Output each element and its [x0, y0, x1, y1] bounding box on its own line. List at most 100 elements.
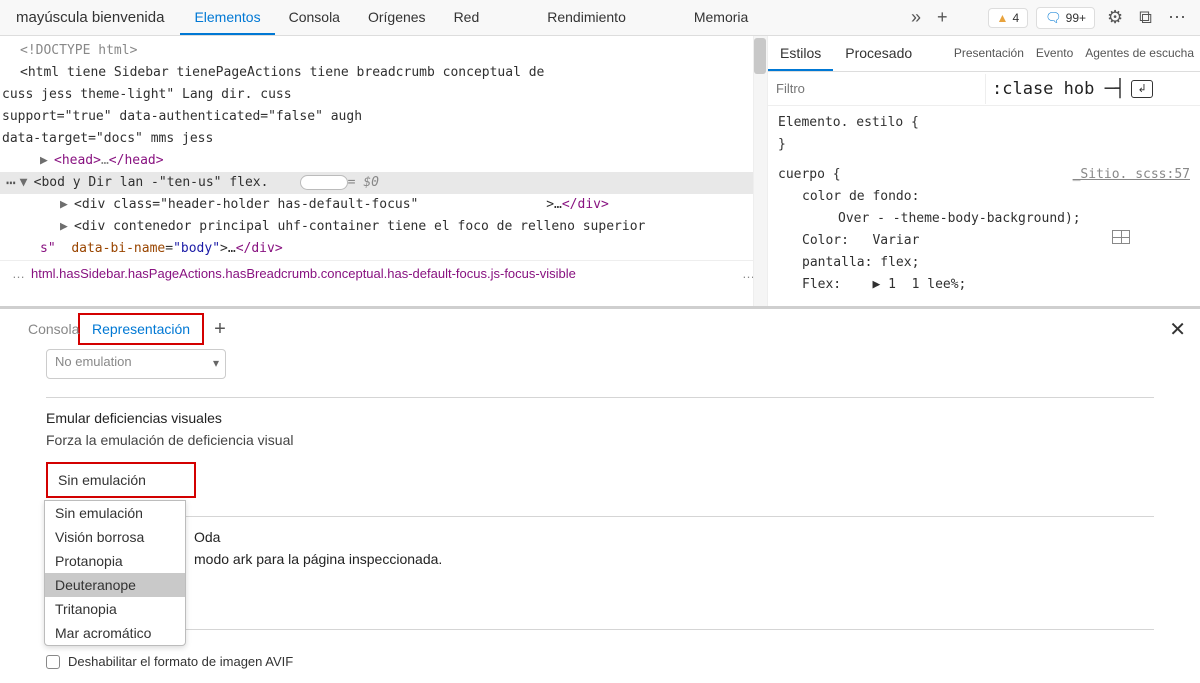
dom-scroll-thumb[interactable]: [754, 38, 766, 74]
tab-event[interactable]: Evento: [1030, 36, 1079, 71]
tab-listeners[interactable]: Agentes de escucha: [1079, 36, 1200, 71]
top-toolbar: mayúscula bienvenida Elementos Consola O…: [0, 0, 1200, 36]
grid-icon[interactable]: [1112, 230, 1130, 244]
div1-close: </div>: [562, 197, 609, 212]
collapse-icon[interactable]: ▼: [20, 172, 30, 194]
css-media-select[interactable]: No emulation ▾: [46, 349, 226, 379]
devtools-tabs: Elementos Consola Orígenes Red Rendimien…: [180, 0, 762, 35]
drawer-tab-rendering[interactable]: Representación: [78, 313, 204, 345]
option-deuteranopia[interactable]: Deuteranope: [45, 573, 185, 597]
style-block-body[interactable]: cuerpo {_Sitio. scss:57 color de fondo: …: [778, 164, 1190, 296]
prop-background-val[interactable]: Over - -theme-body-background);: [778, 208, 1190, 230]
new-style-rule-icon[interactable]: ↲: [1131, 80, 1153, 98]
option-achromatopsia[interactable]: Mar acromático: [45, 621, 185, 645]
prop-val: Over - -theme-body-background);: [838, 211, 1081, 226]
attr-val: "body": [173, 241, 220, 256]
styles-panel: Estilos Procesado Presentación Evento Ag…: [768, 36, 1200, 306]
drawer-close-icon[interactable]: ✕: [1169, 317, 1186, 342]
option-tritanopia[interactable]: Tritanopia: [45, 597, 185, 621]
dom-tree-panel: <!DOCTYPE html> <html tiene Sidebar tien…: [0, 36, 768, 306]
expand-icon[interactable]: ▶: [872, 277, 880, 292]
div1-mid: >…: [546, 197, 562, 212]
ellipsis: …: [101, 153, 109, 168]
div2-text: <div contenedor principal uhf-container …: [74, 219, 645, 234]
prop-name: Color:: [802, 233, 849, 248]
prop-val: flex;: [880, 255, 919, 270]
element-style-selector: Elemento. estilo {: [778, 112, 1190, 134]
issues-badge[interactable]: 🗨 99+: [1036, 7, 1095, 29]
body-selected-row[interactable]: ⋯ ▼ <bod y Dir lan -"ten-us" flex. == $0: [0, 172, 759, 194]
tab-styles[interactable]: Estilos: [768, 36, 833, 71]
gear-icon[interactable]: ⚙: [1103, 7, 1127, 28]
option-no-emulation[interactable]: Sin emulación: [45, 501, 185, 525]
html-tag-line3: support="true" data-authenticated="false…: [2, 106, 759, 128]
row-menu-icon[interactable]: ⋯: [6, 172, 18, 194]
dom-tree[interactable]: <!DOCTYPE html> <html tiene Sidebar tien…: [0, 36, 767, 260]
tab-sources[interactable]: Orígenes: [354, 0, 440, 35]
issues-count: 99+: [1066, 11, 1086, 25]
style-block-element[interactable]: Elemento. estilo { }: [778, 112, 1190, 156]
vision-deficiency-dropdown[interactable]: Sin emulación Visión borrosa Protanopia …: [44, 500, 186, 646]
styles-filter-input[interactable]: [768, 74, 986, 104]
vision-deficiency-select[interactable]: Sin emulación: [46, 462, 196, 498]
vision-deficiency-title: Emular deficiencias visuales: [46, 410, 1154, 426]
dom-scrollbar[interactable]: [753, 36, 767, 306]
kebab-icon[interactable]: ⋯: [1164, 7, 1190, 28]
html-tag-line4: data-target="docs" mms jess: [2, 128, 759, 150]
breadcrumb-left-ellipsis[interactable]: …: [6, 266, 31, 281]
warnings-badge[interactable]: ▲4: [988, 8, 1029, 28]
prop-val: 1 lee%;: [912, 277, 967, 292]
tab-network[interactable]: Red: [440, 0, 494, 35]
prop-name: color de fondo:: [802, 189, 919, 204]
attr-name: data-bi-name: [71, 241, 165, 256]
prop-color[interactable]: Color: Variar: [778, 230, 1190, 252]
tab-memory[interactable]: Memoria: [680, 0, 762, 35]
tab-layout[interactable]: Presentación: [948, 36, 1030, 71]
avif-row[interactable]: Deshabilitar el formato de imagen AVIF: [46, 654, 1154, 669]
avif-label: Deshabilitar el formato de imagen AVIF: [68, 654, 293, 669]
breadcrumb-path[interactable]: html.hasSidebar.hasPageActions.hasBreadc…: [31, 266, 576, 281]
prop-display[interactable]: pantalla: flex;: [778, 252, 1190, 274]
prop-name: Flex:: [802, 277, 841, 292]
page-inspect-title: mayúscula bienvenida: [0, 9, 180, 26]
toolbar-icons: » + ▲4 🗨 99+ ⚙ ⧉ ⋯: [907, 7, 1200, 29]
body-tag-text: <bod y Dir lan -"ten-us" flex.: [34, 172, 269, 194]
more-tabs-icon[interactable]: »: [907, 7, 925, 28]
main-split: <!DOCTYPE html> <html tiene Sidebar tien…: [0, 36, 1200, 306]
prop-flex[interactable]: Flex: ▶ 1 1 lee%;: [778, 274, 1190, 296]
div1-line[interactable]: ▶<div class="header-holder has-default-f…: [20, 194, 759, 216]
drawer-add-tab-icon[interactable]: +: [214, 318, 226, 341]
source-link[interactable]: _Sitio. scss:57: [1073, 164, 1190, 186]
avif-checkbox[interactable]: [46, 655, 60, 669]
tab-computed[interactable]: Procesado: [833, 36, 924, 71]
expand-icon[interactable]: ▶: [60, 194, 70, 216]
flex-badge[interactable]: [300, 175, 348, 190]
close-gt: >…: [220, 241, 236, 256]
attr-eq: =: [165, 241, 173, 256]
head-open: <head>: [54, 153, 101, 168]
styles-filter-row: :clase hob ─┤ ↲: [768, 72, 1200, 106]
info-icon: 🗨: [1045, 10, 1062, 26]
div2-line[interactable]: ▶ <div contenedor principal uhf-container…: [20, 216, 759, 238]
close-div: </div>: [236, 241, 283, 256]
drawer-tabs: Consola Representación + ✕: [0, 309, 1200, 349]
expand-icon[interactable]: ▶: [40, 150, 50, 172]
option-protanopia[interactable]: Protanopia: [45, 549, 185, 573]
option-blurred-vision[interactable]: Visión borrosa: [45, 525, 185, 549]
head-line[interactable]: ▶ <head>…</head>: [20, 150, 759, 172]
prop-num: 1: [888, 277, 896, 292]
prop-background-color[interactable]: color de fondo:: [778, 186, 1190, 208]
expand-icon[interactable]: ▶: [60, 216, 70, 238]
vision-deficiency-desc: Forza la emulación de deficiencia visual: [46, 432, 1154, 448]
head-close: </head>: [109, 153, 164, 168]
tab-performance[interactable]: Rendimiento: [533, 0, 640, 35]
remaining-text-top: Oda: [194, 529, 220, 545]
tab-elements[interactable]: Elementos: [180, 0, 274, 35]
dom-breadcrumb[interactable]: … html.hasSidebar.hasPageActions.hasBrea…: [0, 260, 767, 286]
s-quote: s": [40, 241, 56, 256]
tab-console[interactable]: Consola: [275, 0, 354, 35]
add-tab-icon[interactable]: +: [933, 7, 952, 28]
cls-toggle-label[interactable]: :clase hob ─┤: [986, 79, 1131, 99]
devices-icon[interactable]: ⧉: [1135, 7, 1156, 28]
drawer-tab-console[interactable]: Consola: [16, 315, 91, 343]
